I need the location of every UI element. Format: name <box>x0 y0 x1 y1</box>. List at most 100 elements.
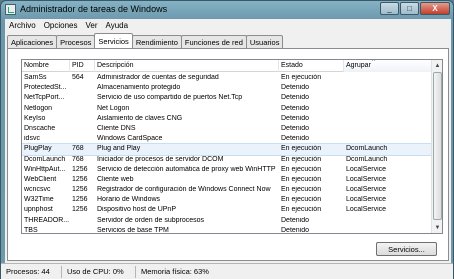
maximize-button[interactable]: □ <box>400 2 419 15</box>
title-bar[interactable]: Administrador de tareas de Windows _ □ X <box>1 1 453 19</box>
minimize-button[interactable]: _ <box>380 2 399 15</box>
cell-agrupar: LocalService <box>346 186 387 194</box>
cell-descripcion: Aislamiento de claves CNG <box>97 114 183 122</box>
cell-pid: 768 <box>72 155 84 163</box>
cell-descripcion: Servicio de uso compartido de puertos Ne… <box>97 94 243 102</box>
cell-estado: En ejecución <box>281 206 322 214</box>
table-row[interactable]: THREADOR... Servidor de orden de subproce… <box>22 216 432 226</box>
tab-aplicaciones[interactable]: Aplicaciones <box>7 35 58 48</box>
cell-pid: 768 <box>72 145 84 153</box>
status-memory: Memoria física: 63% <box>141 267 209 276</box>
cell-estado: Detenido <box>281 84 310 92</box>
cell-nombre: Dnscache <box>24 124 56 132</box>
cell-nombre: KeyIso <box>24 114 46 122</box>
cell-estado: Detenido <box>281 135 310 143</box>
column-header-estado[interactable]: Estado <box>279 60 344 72</box>
table-row[interactable]: upnphost 1256 Dispositivo host de UPnP En e… <box>22 205 432 215</box>
cell-pid: 1256 <box>72 165 88 173</box>
tab-usuarios[interactable]: Usuarios <box>245 35 284 48</box>
cell-descripcion: Almacenamiento protegido <box>97 84 181 92</box>
cell-agrupar: LocalService <box>346 175 387 183</box>
tab-strip: Aplicaciones Procesos Servicios Rendimie… <box>7 33 284 48</box>
table-row[interactable]: W32Time 1256 Horario de Windows En ejecució… <box>22 195 432 205</box>
cell-descripcion: Iniciador de procesos de servidor DCOM <box>97 155 224 163</box>
table-row[interactable]: PlugPlay 768 Plug and Play En ejecución Dcom… <box>22 143 433 156</box>
tab-procesos[interactable]: Procesos <box>56 35 96 48</box>
cell-estado: En ejecución <box>281 196 322 204</box>
window-controls: _ □ X <box>380 2 450 15</box>
scrollbar-thumb[interactable] <box>433 72 442 220</box>
table-row[interactable]: Dnscache Cliente DNS Detenido <box>22 124 432 134</box>
cell-nombre: SamSs <box>24 74 47 81</box>
cell-descripcion: Horario de Windows <box>97 196 161 204</box>
cell-nombre: DcomLaunch <box>24 155 66 163</box>
menu-opciones[interactable]: Opciones <box>40 19 82 33</box>
sort-ascending-icon: ˄ <box>372 59 376 64</box>
cell-agrupar: DcomLaunch <box>346 145 388 153</box>
table-row[interactable]: SamSs 564 Administrador de cuentas de segu… <box>22 73 432 83</box>
window-title: Administrador de tareas de Windows <box>20 4 168 14</box>
services-button[interactable]: Servicios... <box>376 242 437 256</box>
cell-agrupar: LocalService <box>346 165 387 173</box>
task-manager-window: Administrador de tareas de Windows _ □ X… <box>0 0 454 279</box>
cell-estado: Detenido <box>281 216 310 224</box>
cell-descripcion: Dispositivo host de UPnP <box>97 206 176 214</box>
cell-descripcion: Cliente web <box>97 175 134 183</box>
table-row[interactable]: TBS Servicios de base TPM Detenido <box>22 226 432 234</box>
cell-agrupar: LocalService <box>346 196 387 204</box>
table-row[interactable]: WinHttpAut... 1256 Servicio de detección a… <box>22 165 432 175</box>
tab-servicios[interactable]: Servicios <box>94 33 133 48</box>
cell-descripcion: Servicios de base TPM <box>97 226 169 234</box>
cell-estado: Detenido <box>281 94 310 102</box>
cell-pid: 1256 <box>72 196 88 204</box>
scroll-up-icon[interactable]: ▲ <box>432 60 442 71</box>
column-header-descripcion[interactable]: Descripción <box>95 60 279 72</box>
table-row[interactable]: NetTcpPort... Servicio de uso compartido … <box>22 93 432 103</box>
cell-estado: Detenido <box>281 114 310 122</box>
column-header-nombre[interactable]: Nombre <box>22 60 70 72</box>
cell-descripcion: Cliente DNS <box>97 124 136 132</box>
table-row[interactable]: DcomLaunch 768 Iniciador de procesos de se… <box>22 155 432 165</box>
menu-archivo[interactable]: Archivo <box>5 19 40 33</box>
list-rows: SamSs 564 Administrador de cuentas de segu… <box>22 73 433 234</box>
cell-estado: Detenido <box>281 104 310 112</box>
table-row[interactable]: WebClient 1256 Cliente web En ejecución Loca… <box>22 175 432 185</box>
client-area: Archivo Opciones Ver Ayuda Aplicaciones … <box>5 19 451 263</box>
table-row[interactable]: KeyIso Aislamiento de claves CNG Detenido <box>22 114 432 124</box>
cell-estado: En ejecución <box>281 186 322 194</box>
cell-estado: Detenido <box>281 226 310 234</box>
list-header: Nombre PID Descripción Estado Agrupar ˄ <box>22 60 432 72</box>
cell-descripcion: Administrador de cuentas de seguridad <box>97 74 219 81</box>
services-panel: Nombre PID Descripción Estado Agrupar ˄ … <box>7 48 449 261</box>
cell-nombre: NetTcpPort... <box>24 94 65 102</box>
cell-descripcion: Net Logon <box>97 104 130 112</box>
table-row[interactable]: Netlogon Net Logon Detenido <box>22 104 432 114</box>
services-list[interactable]: Nombre PID Descripción Estado Agrupar ˄ … <box>21 59 443 234</box>
status-bar: Procesos: 44 Uso de CPU: 0% Memoria físi… <box>1 263 453 279</box>
column-header-agrupar[interactable]: Agrupar ˄ <box>344 60 432 72</box>
vertical-scrollbar[interactable]: ▲ ▼ <box>431 60 442 233</box>
cell-pid: 1256 <box>72 206 88 214</box>
cell-nombre: W32Time <box>24 196 54 204</box>
tab-rendimiento[interactable]: Rendimiento <box>131 35 182 48</box>
table-row[interactable]: ProtectedSt... Almacenamiento protegido De… <box>22 83 432 93</box>
scroll-down-icon[interactable]: ▼ <box>432 222 442 233</box>
column-header-agrupar-label: Agrupar <box>346 62 371 69</box>
menu-ver[interactable]: Ver <box>81 19 101 33</box>
menu-ayuda[interactable]: Ayuda <box>102 19 133 33</box>
table-row[interactable]: idsvc Windows CardSpace Detenido <box>22 134 432 144</box>
cell-pid: 564 <box>72 74 84 81</box>
column-header-pid[interactable]: PID <box>70 60 95 72</box>
cell-nombre: TBS <box>24 226 38 234</box>
cell-descripcion: Servidor de orden de subprocesos <box>97 216 205 224</box>
task-manager-icon <box>5 4 16 15</box>
cell-estado: En ejecución <box>281 155 322 163</box>
close-button[interactable]: X <box>420 2 450 15</box>
cell-estado: En ejecución <box>281 74 322 81</box>
tab-funciones-de-red[interactable]: Funciones de red <box>180 35 247 48</box>
cell-nombre: upnphost <box>24 206 53 214</box>
cell-nombre: WinHttpAut... <box>24 165 66 173</box>
menu-bar: Archivo Opciones Ver Ayuda <box>5 19 451 33</box>
table-row[interactable]: wcncsvc 1256 Registrador de configuración … <box>22 185 432 195</box>
cell-nombre: PlugPlay <box>24 145 52 153</box>
